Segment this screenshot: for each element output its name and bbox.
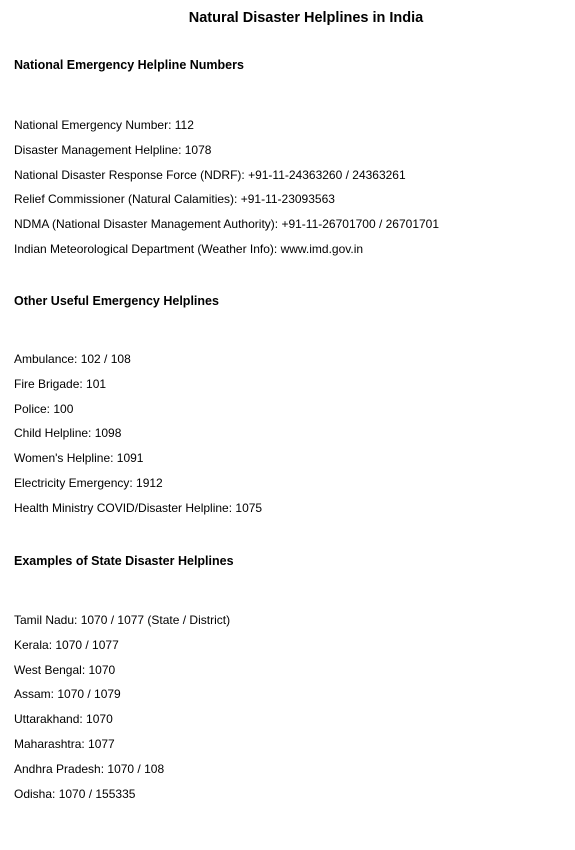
list-item: Ambulance: 102 / 108	[14, 352, 131, 366]
section-heading-other: Other Useful Emergency Helplines	[14, 294, 219, 308]
list-item: Fire Brigade: 101	[14, 376, 107, 391]
list-item: Child Helpline: 1098	[14, 426, 122, 441]
list-item: Health Ministry COVID/Disaster Helpline:…	[14, 500, 263, 515]
list-item: Tamil Nadu: 1070 / 1077 (State / Distric…	[14, 613, 231, 627]
list-item: Maharashtra: 1077	[14, 736, 115, 751]
list-item: Police: 100	[14, 401, 74, 416]
list-item: Uttarakhand: 1070	[14, 712, 113, 727]
list-item: Odisha: 1070 / 155335	[14, 786, 136, 801]
list-item: Assam: 1070 / 1079	[14, 687, 121, 702]
national-helpline-list: National Emergency Number: 112 Disaster …	[14, 118, 439, 267]
page-title: Natural Disaster Helplines in India	[188, 10, 424, 26]
state-helpline-list: Tamil Nadu: 1070 / 1077 (State / Distric…	[14, 613, 230, 811]
list-item: Women's Helpline: 1091	[14, 451, 144, 466]
list-item: Kerala: 1070 / 1077	[14, 637, 119, 652]
list-item: Andhra Pradesh: 1070 / 108	[14, 761, 165, 776]
list-item: NDMA (National Disaster Management Autho…	[14, 217, 440, 232]
list-item: National Disaster Response Force (NDRF):…	[14, 167, 406, 182]
other-helpline-list: Ambulance: 102 / 108 Fire Brigade: 101 P…	[14, 352, 262, 526]
list-item: Indian Meteorological Department (Weathe…	[14, 241, 364, 256]
section-heading-state: Examples of State Disaster Helplines	[14, 554, 234, 568]
list-item: Relief Commissioner (Natural Calamities)…	[14, 192, 335, 207]
list-item: National Emergency Number: 112	[14, 118, 194, 132]
list-item: Disaster Management Helpline: 1078	[14, 142, 212, 157]
list-item: Electricity Emergency: 1912	[14, 475, 163, 490]
list-item: West Bengal: 1070	[14, 662, 116, 677]
section-heading-national: National Emergency Helpline Numbers	[14, 58, 244, 72]
